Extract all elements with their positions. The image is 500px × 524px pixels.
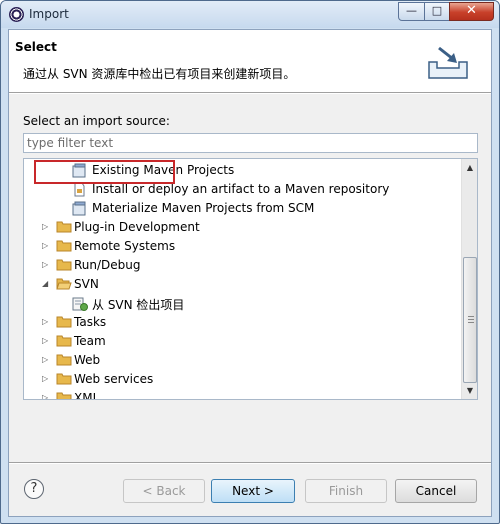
expand-arrow-icon[interactable]: ▷ (42, 355, 48, 364)
open-folder-icon (56, 278, 72, 290)
close-button[interactable]: ✕ (449, 2, 494, 21)
eclipse-icon (9, 7, 24, 22)
tree-scrollbar[interactable]: ▲ ▼ (461, 159, 477, 399)
folder-icon (56, 240, 72, 252)
cancel-button[interactable]: Cancel (395, 479, 477, 503)
tree-item-remote-systems[interactable]: ▷ Remote Systems (24, 237, 460, 256)
tree-item-label: Plug-in Development (74, 220, 200, 234)
wizard-header: Select 通过从 SVN 资源库中检出已有项目来创建新项目。 (9, 30, 491, 92)
tree-item-label: XML (74, 391, 100, 400)
tree-item-run-debug[interactable]: ▷ Run/Debug (24, 256, 460, 275)
tree-item-tasks[interactable]: ▷ Tasks (24, 313, 460, 332)
artifact-file-icon (74, 182, 85, 197)
maximize-button[interactable]: □ (424, 2, 450, 21)
filter-input[interactable] (23, 133, 478, 153)
import-dialog: Import — □ ✕ Select 通过从 SVN 资源库中检出已有项目来创… (0, 0, 500, 524)
scroll-down-arrow-icon[interactable]: ▼ (462, 382, 477, 399)
scroll-thumb[interactable] (463, 257, 477, 383)
import-source-label: Select an import source: (23, 114, 170, 128)
tree-item-label: Install or deploy an artifact to a Maven… (92, 182, 390, 196)
minimize-button[interactable]: — (398, 2, 425, 21)
close-icon: ✕ (466, 3, 477, 18)
expand-arrow-icon[interactable]: ▷ (42, 336, 48, 345)
tree-item-label: 从 SVN 检出项目 (92, 298, 185, 312)
tree-item-svn[interactable]: ◢ SVN (24, 275, 460, 294)
help-button[interactable]: ? (24, 479, 44, 499)
tree-item-svn-checkout[interactable]: 从 SVN 检出项目 (24, 294, 460, 313)
folder-icon (56, 354, 72, 366)
folder-icon (56, 392, 72, 399)
page-description: 通过从 SVN 资源库中检出已有项目来创建新项目。 (23, 67, 296, 81)
tree-item-materialize-maven[interactable]: Materialize Maven Projects from SCM (24, 199, 460, 218)
next-button[interactable]: Next > (211, 479, 295, 503)
expand-arrow-icon[interactable]: ▷ (42, 241, 48, 250)
folder-icon (56, 335, 72, 347)
maximize-icon: □ (431, 4, 443, 17)
tree-item-label: Team (74, 334, 106, 348)
svn-checkout-icon (72, 297, 88, 311)
folder-icon (56, 259, 72, 271)
selection-highlight-annotation (34, 160, 175, 184)
header-separator (9, 92, 491, 94)
finish-button[interactable]: Finish (305, 479, 387, 503)
grip-icon (468, 316, 474, 323)
tree-item-web[interactable]: ▷ Web (24, 351, 460, 370)
expand-arrow-icon[interactable]: ▷ (42, 317, 48, 326)
tree-item-label: Tasks (74, 315, 107, 329)
back-button[interactable]: < Back (123, 479, 205, 503)
tree-item-label: Remote Systems (74, 239, 176, 253)
tree-item-label: Web (74, 353, 101, 367)
scroll-up-arrow-icon[interactable]: ▲ (462, 159, 477, 176)
tree-item-xml[interactable]: ▷ XML (24, 389, 460, 400)
tree-item-label: Web services (74, 372, 154, 386)
import-source-tree[interactable]: Existing Maven Projects Install or deplo… (23, 158, 478, 400)
import-wizard-icon (428, 46, 468, 79)
folder-icon (56, 221, 72, 233)
dialog-body: Select 通过从 SVN 资源库中检出已有项目来创建新项目。 Select … (8, 29, 492, 517)
maven-projects-icon (72, 201, 86, 216)
tree-item-web-services[interactable]: ▷ Web services (24, 370, 460, 389)
expand-arrow-icon[interactable]: ▷ (42, 222, 48, 231)
minimize-icon: — (406, 4, 417, 17)
help-icon: ? (30, 481, 38, 496)
tree-item-label: Run/Debug (74, 258, 141, 272)
collapse-arrow-icon[interactable]: ◢ (42, 279, 48, 288)
tree-item-plugin-development[interactable]: ▷ Plug-in Development (24, 218, 460, 237)
expand-arrow-icon[interactable]: ▷ (42, 393, 48, 399)
tree-item-label: SVN (74, 277, 99, 291)
footer-separator (9, 462, 491, 464)
tree-item-team[interactable]: ▷ Team (24, 332, 460, 351)
tree-item-label: Materialize Maven Projects from SCM (92, 201, 315, 215)
expand-arrow-icon[interactable]: ▷ (42, 374, 48, 383)
expand-arrow-icon[interactable]: ▷ (42, 260, 48, 269)
folder-icon (56, 373, 72, 385)
folder-icon (56, 316, 72, 328)
title-bar[interactable]: Import — □ ✕ (1, 1, 499, 28)
window-title: Import (29, 7, 69, 21)
page-title: Select (15, 40, 57, 54)
